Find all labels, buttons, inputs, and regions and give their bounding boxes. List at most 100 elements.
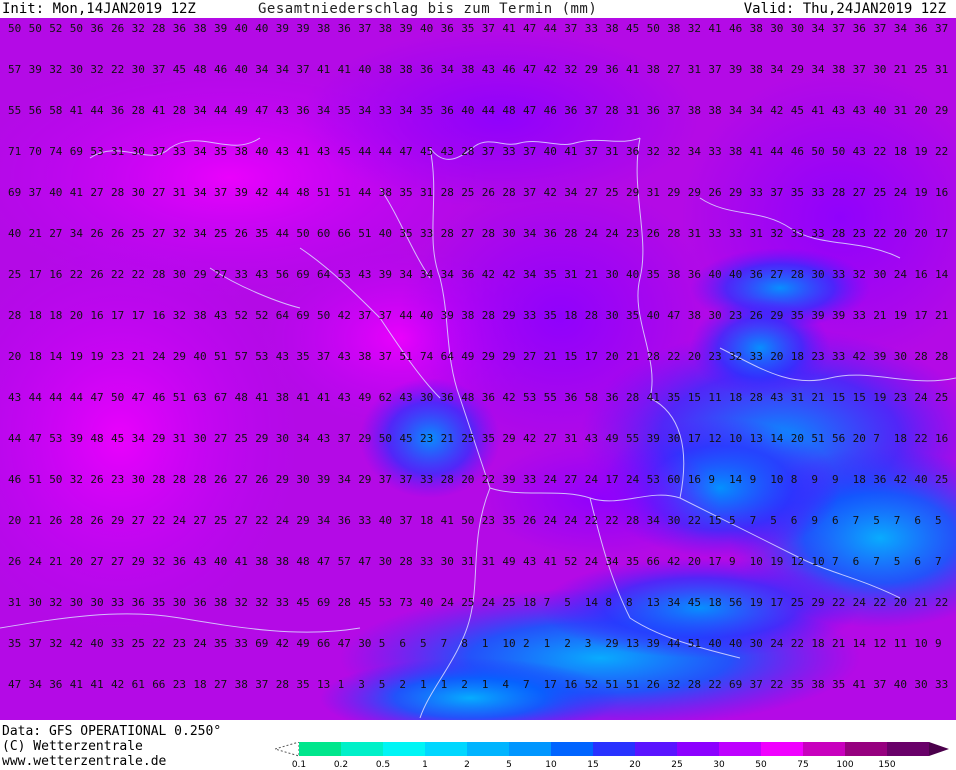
- precip-value: 34: [729, 104, 743, 117]
- precip-value: 16: [688, 473, 701, 486]
- precip-value: 44: [8, 432, 22, 445]
- precip-value: 27: [152, 227, 165, 240]
- precip-value: 42: [502, 391, 515, 404]
- precip-value: 18: [708, 596, 721, 609]
- precip-value: 24: [544, 473, 558, 486]
- precip-value: 16: [935, 432, 948, 445]
- precip-value: 50: [832, 145, 845, 158]
- precip-value: 19: [873, 391, 886, 404]
- precip-value: 74: [420, 350, 434, 363]
- precip-value: 30: [132, 473, 145, 486]
- precip-value: 48: [461, 391, 474, 404]
- precip-value: 38: [811, 678, 824, 691]
- precip-value: 6: [791, 514, 798, 527]
- precip-value: 1: [420, 678, 427, 691]
- precip-value: 41: [235, 555, 248, 568]
- precip-value: 28: [173, 473, 186, 486]
- precip-value: 23: [482, 514, 495, 527]
- precip-value: 30: [791, 22, 804, 35]
- precip-value: 26: [647, 227, 660, 240]
- precip-value: 50: [461, 514, 474, 527]
- precip-value: 37: [585, 145, 598, 158]
- precip-value: 53: [338, 268, 351, 281]
- precip-value: 50: [379, 432, 392, 445]
- precip-value: 51: [317, 186, 330, 199]
- precip-value: 51: [399, 350, 412, 363]
- precip-value: 13: [626, 637, 639, 650]
- precip-value: 28: [482, 309, 495, 322]
- legend-swatch: [299, 742, 341, 756]
- precip-value: 40: [914, 473, 927, 486]
- precip-value: 35: [482, 432, 495, 445]
- precip-value: 27: [152, 186, 165, 199]
- precip-value: 30: [296, 473, 309, 486]
- precip-value: 34: [523, 268, 537, 281]
- precip-value: 7: [544, 596, 551, 609]
- precip-value: 40: [379, 227, 392, 240]
- precip-value: 26: [235, 227, 248, 240]
- precipitation-map[interactable]: 50 50 52 50 36 26 32 28 36 38 39 40 40 39 39 38 36 37 38 39…: [0, 18, 956, 720]
- precip-value: 33: [708, 227, 721, 240]
- precip-value: 39: [502, 473, 515, 486]
- precip-value: 20: [70, 555, 83, 568]
- init-time-label: Init: Mon,14JAN2019 12Z: [2, 1, 196, 17]
- precip-value: 37: [152, 63, 165, 76]
- precip-value: 28: [8, 309, 21, 322]
- precip-value: 7: [832, 555, 839, 568]
- precip-value: 28: [647, 350, 660, 363]
- precip-value: 28: [626, 391, 639, 404]
- precip-value: 16: [564, 678, 577, 691]
- precip-value: 23: [173, 637, 186, 650]
- precip-value: 41: [564, 145, 577, 158]
- precip-value: 40: [235, 22, 248, 35]
- precip-value: 35: [667, 391, 680, 404]
- precip-value: 53: [90, 145, 103, 158]
- precip-value: 13: [647, 596, 660, 609]
- precip-value: 69: [255, 637, 268, 650]
- precip-value: 47: [29, 432, 42, 445]
- precip-value: 38: [461, 63, 474, 76]
- precip-value: 50: [111, 391, 124, 404]
- precip-value: 27: [90, 186, 103, 199]
- precip-value: 36: [626, 145, 639, 158]
- precip-value: 24: [482, 596, 496, 609]
- precip-value: 28: [482, 227, 495, 240]
- precip-value: 25: [502, 596, 515, 609]
- precip-value: 35: [152, 596, 165, 609]
- precip-value: 34: [193, 145, 207, 158]
- precip-value: 69: [729, 678, 742, 691]
- precip-value: 28: [667, 227, 680, 240]
- precip-value: 39: [647, 432, 660, 445]
- precip-value: 33: [502, 145, 515, 158]
- website-link[interactable]: www.wetterzentrale.de: [2, 754, 166, 769]
- precip-value: 20: [688, 350, 701, 363]
- precip-value: 22: [791, 637, 804, 650]
- precip-value: 29: [193, 268, 206, 281]
- precip-value: 22: [688, 514, 701, 527]
- precip-value: 27: [214, 268, 227, 281]
- legend-swatch: [383, 742, 425, 756]
- precip-value: 20: [894, 596, 907, 609]
- precip-value: 19: [914, 145, 927, 158]
- precip-value: 41: [708, 22, 721, 35]
- precip-value: 37: [29, 186, 42, 199]
- precip-value: 18: [853, 473, 866, 486]
- precip-value: 28: [132, 104, 145, 117]
- precip-value: 9: [935, 637, 942, 650]
- precipitation-map-canvas[interactable]: 50 50 52 50 36 26 32 28 36 38 39 40 40 39 39 38 36 37 38 39…: [0, 18, 956, 720]
- precip-value: 38: [688, 309, 701, 322]
- precip-value: 69: [317, 596, 330, 609]
- precip-value: 30: [441, 555, 454, 568]
- precip-value: 30: [873, 268, 886, 281]
- precip-value: 34: [399, 268, 413, 281]
- precip-value: 36: [90, 22, 103, 35]
- precip-value: 26: [214, 473, 227, 486]
- legend-under-arrow: [275, 742, 300, 757]
- precip-value: 17: [708, 555, 721, 568]
- precip-value: 25: [914, 63, 927, 76]
- precip-value: 35: [791, 186, 804, 199]
- precip-value: 11: [708, 391, 721, 404]
- precip-value: 24: [894, 186, 908, 199]
- legend-label: 25: [671, 760, 682, 768]
- precip-value: 40: [729, 268, 742, 281]
